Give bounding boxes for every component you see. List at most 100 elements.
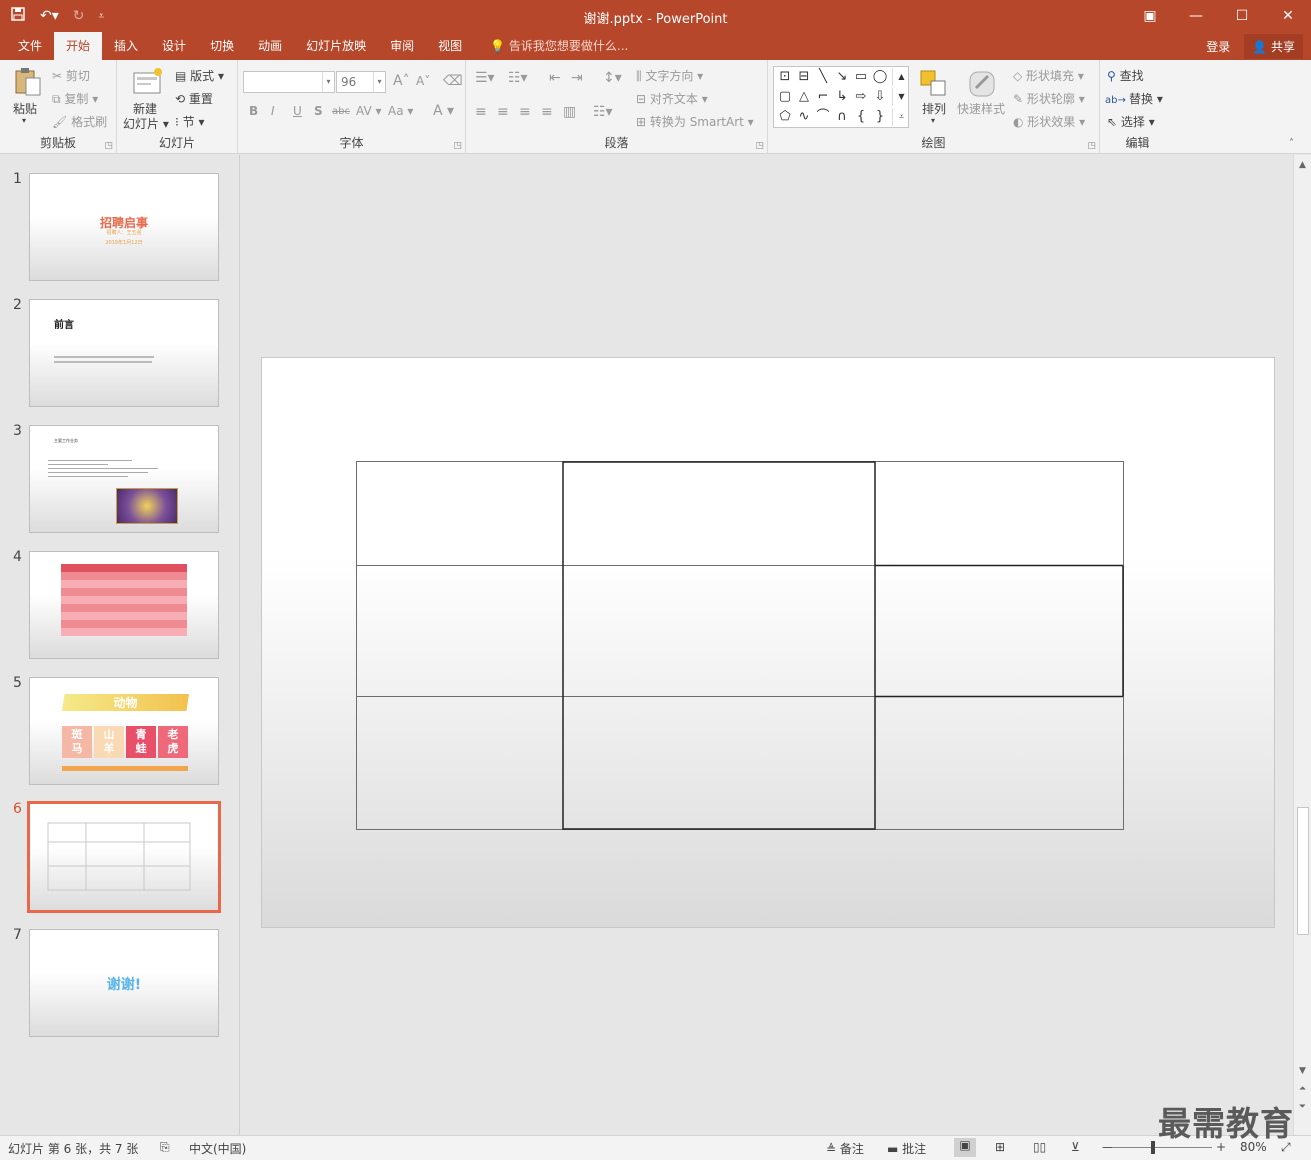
font-name-combo[interactable]: ▾ [243, 71, 335, 93]
zoom-slider-knob[interactable] [1151, 1141, 1155, 1154]
paste-dropdown[interactable]: ▾ [22, 116, 26, 125]
close-icon[interactable]: ✕ [1265, 0, 1311, 32]
dialog-launcher-icon[interactable]: ◳ [1087, 141, 1096, 151]
normal-view-icon[interactable]: ▣ [954, 1138, 976, 1157]
tab-home[interactable]: 开始 [54, 32, 103, 60]
shape-outline-button[interactable]: ✎ 形状轮廓 ▾ [1013, 90, 1085, 107]
dialog-launcher-icon[interactable]: ◳ [755, 141, 764, 151]
tab-animations[interactable]: 动画 [246, 32, 294, 60]
rectangle-shape-icon[interactable]: ▭ [852, 68, 870, 86]
text-direction-button[interactable]: ⫼ 文字方向 ▾ [636, 67, 703, 84]
font-size-combo[interactable]: 96 ▾ [336, 71, 386, 93]
reset-button[interactable]: ⟲ 重置 [175, 90, 213, 107]
slide-table[interactable] [262, 358, 1276, 929]
grow-font-icon[interactable]: A˄ [393, 73, 410, 89]
tab-review[interactable]: 审阅 [378, 32, 426, 60]
scroll-down-icon[interactable]: ▼ [1294, 1063, 1311, 1079]
notes-button[interactable]: ≜ 备注 [826, 1140, 864, 1157]
scribble-shape-icon[interactable]: ∿ [795, 108, 813, 126]
elbow-connector-shape-icon[interactable]: ⌐ [814, 88, 832, 106]
align-center-icon[interactable]: ≡ [497, 104, 509, 120]
slide-sorter-icon[interactable]: ⊞ [995, 1140, 1005, 1154]
align-text-button[interactable]: ⊟ 对齐文本 ▾ [636, 90, 708, 107]
slide-thumbnail-4[interactable] [29, 551, 219, 659]
textbox-shape-icon[interactable]: ⊡ [776, 68, 794, 86]
maximize-icon[interactable]: ☐ [1219, 0, 1265, 32]
slide-thumbnail-1[interactable]: 招聘启事 招聘人：王五强 2019年1月12日 [29, 173, 219, 281]
find-button[interactable]: ⚲ 查找 [1107, 67, 1144, 84]
font-color-icon[interactable]: A ▾ [433, 103, 454, 119]
zoom-slider[interactable] [1112, 1147, 1212, 1148]
down-arrow-shape-icon[interactable]: ⇩ [871, 88, 889, 106]
slide-thumbnail-7[interactable]: 谢谢! [29, 929, 219, 1037]
current-slide[interactable] [261, 357, 1275, 928]
smartart-button[interactable]: ⊞ 转换为 SmartArt ▾ [636, 113, 754, 130]
vertical-scrollbar[interactable]: ▲ ▼ ⏶ ⏷ [1293, 155, 1311, 1135]
collapse-ribbon-icon[interactable]: ˄ [1289, 138, 1294, 149]
tab-design[interactable]: 设计 [150, 32, 198, 60]
right-brace-shape-icon[interactable]: } [871, 108, 889, 126]
tab-insert[interactable]: 插入 [102, 32, 150, 60]
slideshow-icon[interactable]: ⊻ [1071, 1140, 1080, 1154]
quick-styles-button[interactable]: 快速样式 [957, 100, 1005, 117]
underline-icon[interactable]: U [293, 104, 302, 118]
line-spacing-icon[interactable]: ↕▾ [603, 70, 622, 86]
tab-transitions[interactable]: 切换 [198, 32, 246, 60]
clear-format-icon[interactable]: ⌫ [443, 73, 463, 89]
slide-thumbnail-3[interactable]: 主要工作业务 [29, 425, 219, 533]
left-brace-shape-icon[interactable]: { [852, 108, 870, 126]
slide-thumbnail-2[interactable]: 前言 [29, 299, 219, 407]
arrange-button[interactable]: 排列 [922, 100, 946, 117]
minimize-icon[interactable]: — [1173, 0, 1219, 32]
decrease-indent-icon[interactable]: ⇤ [549, 70, 561, 86]
language-indicator[interactable]: 中文(中国) [189, 1140, 246, 1157]
previous-slide-icon[interactable]: ⏶ [1294, 1081, 1311, 1097]
reading-view-icon[interactable]: ▯▯ [1033, 1140, 1046, 1154]
gallery-down-icon[interactable]: ▼ [892, 88, 910, 106]
increase-indent-icon[interactable]: ⇥ [571, 70, 583, 86]
scrollbar-thumb[interactable] [1297, 807, 1309, 935]
justify-icon[interactable]: ≡ [541, 104, 553, 120]
format-painter-button[interactable]: 🖌 格式刷 [52, 113, 107, 130]
tab-slideshow[interactable]: 幻灯片放映 [294, 32, 378, 60]
spell-check-icon[interactable]: ⎘ [160, 1140, 170, 1155]
elbow-arrow-shape-icon[interactable]: ↳ [833, 88, 851, 106]
select-button[interactable]: ⇖ 选择 ▾ [1107, 113, 1155, 130]
bold-icon[interactable]: B [249, 104, 258, 118]
arrow-line-shape-icon[interactable]: ↘ [833, 68, 851, 86]
align-left-icon[interactable]: ≡ [475, 104, 487, 120]
layout-button[interactable]: ▤ 版式 ▾ [175, 67, 224, 84]
gallery-more-icon[interactable]: ⩡ [892, 108, 910, 126]
shapes-gallery[interactable]: ⊡ ⊟ ╲ ↘ ▭ ◯ ▢ △ ⌐ ↳ ⇨ ⇩ ⬠ ∿ ⌒ ∩ { } ▲ ▼ … [773, 66, 909, 128]
shadow-icon[interactable]: S [314, 104, 323, 118]
right-arrow-shape-icon[interactable]: ⇨ [852, 88, 870, 106]
shape-effects-button[interactable]: ◐ 形状效果 ▾ [1013, 113, 1085, 130]
new-slide-button[interactable]: 幻灯片 ▾ [123, 115, 169, 132]
share-button[interactable]: 👤 共享 [1244, 33, 1303, 59]
align-right-icon[interactable]: ≡ [519, 104, 531, 120]
dialog-launcher-icon[interactable]: ◳ [104, 141, 113, 151]
numbering-icon[interactable]: ☷▾ [508, 70, 528, 86]
comments-button[interactable]: ▬ 批注 [887, 1140, 926, 1157]
vertical-textbox-shape-icon[interactable]: ⊟ [795, 68, 813, 86]
arrange-dropdown[interactable]: ▾ [931, 116, 935, 125]
paste-button[interactable]: 粘贴 [13, 100, 37, 117]
signin-link[interactable]: 登录 [1206, 38, 1230, 55]
slide-editing-canvas[interactable] [241, 155, 1293, 1135]
rounded-rect-shape-icon[interactable]: ▢ [776, 88, 794, 106]
scroll-up-icon[interactable]: ▲ [1294, 157, 1311, 173]
arc-shape-icon[interactable]: ⌒ [814, 108, 832, 126]
columns-icon[interactable]: ☷▾ [593, 104, 613, 120]
line-shape-icon[interactable]: ╲ [814, 68, 832, 86]
change-case-icon[interactable]: Aa ▾ [388, 104, 413, 118]
gallery-up-icon[interactable]: ▲ [892, 68, 910, 86]
slide-thumbnail-6[interactable] [27, 801, 221, 913]
shape-fill-button[interactable]: ◇ 形状填充 ▾ [1013, 67, 1084, 84]
section-button[interactable]: ⁝ 节 ▾ [175, 113, 205, 130]
triangle-shape-icon[interactable]: △ [795, 88, 813, 106]
cut-button[interactable]: ✂ 剪切 [52, 67, 90, 84]
curve-shape-icon[interactable]: ∩ [833, 108, 851, 126]
tab-file[interactable]: 文件 [6, 32, 54, 60]
copy-button[interactable]: ⧉ 复制 ▾ [52, 90, 98, 107]
next-slide-icon[interactable]: ⏷ [1294, 1099, 1311, 1115]
